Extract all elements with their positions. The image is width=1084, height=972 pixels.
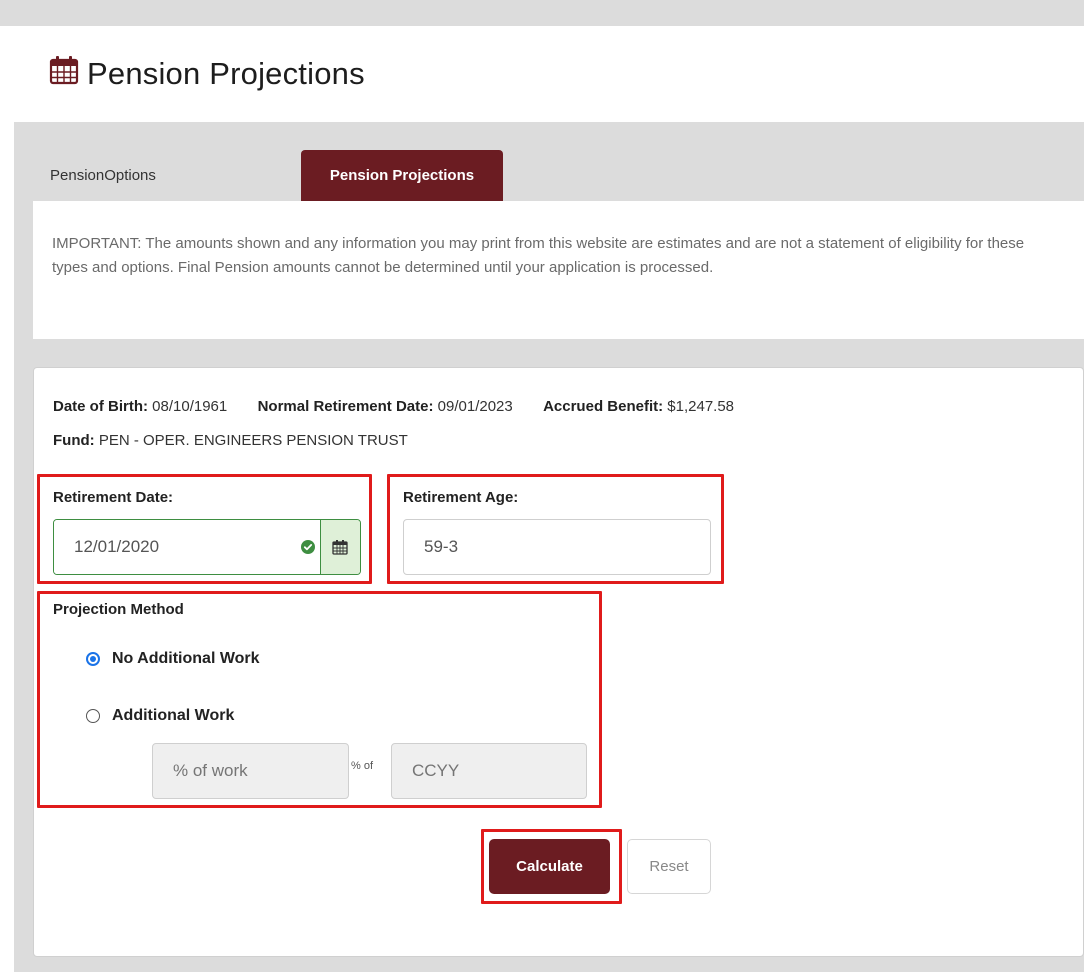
projection-method-label: Projection Method [53, 601, 184, 618]
no-additional-work-radio[interactable] [86, 652, 100, 666]
page-title-text: Pension Projections [87, 56, 365, 91]
fund-value: PEN - OPER. ENGINEERS PENSION TRUST [98, 432, 408, 449]
important-notice: IMPORTANT: The amounts shown and any inf… [52, 235, 1025, 276]
benefit-label: Accrued Benefit: [543, 398, 664, 415]
nrd-label: Normal Retirement Date: [257, 398, 434, 415]
no-additional-work-label: No Additional Work [112, 650, 260, 667]
retirement-date-input[interactable] [54, 520, 297, 574]
percent-of-label: % of [351, 760, 374, 772]
benefit-value: $1,247.58 [667, 398, 735, 415]
work-year-input[interactable] [391, 743, 587, 799]
no-additional-work-option[interactable]: No Additional Work [86, 647, 260, 671]
retirement-date-group [53, 519, 361, 575]
date-picker-button[interactable] [319, 520, 360, 574]
calculate-button[interactable]: Calculate [489, 839, 610, 894]
additional-work-label: Additional Work [112, 707, 235, 724]
member-summary: Date of Birth: 08/10/1961 Normal Retirem… [53, 398, 734, 415]
calendar-icon [49, 55, 87, 93]
dob-value: 08/10/1961 [152, 398, 228, 415]
page-title: Pension Projections [49, 52, 365, 96]
additional-work-option[interactable]: Additional Work [86, 704, 234, 728]
tab-pension-options[interactable]: PensionOptions [33, 150, 223, 201]
top-strip [0, 0, 1084, 26]
nrd-value: 09/01/2023 [437, 398, 513, 415]
fund-line: Fund: PEN - OPER. ENGINEERS PENSION TRUS… [53, 432, 408, 449]
fund-label: Fund: [53, 432, 95, 449]
tab-pension-projections[interactable]: Pension Projections [301, 150, 503, 201]
calendar-icon [332, 540, 349, 555]
retirement-age-input[interactable] [403, 519, 711, 575]
reset-button[interactable]: Reset [627, 839, 711, 894]
dob-label: Date of Birth: [53, 398, 148, 415]
check-circle-icon [297, 520, 320, 574]
additional-work-radio[interactable] [86, 709, 100, 723]
work-percent-input[interactable] [152, 743, 349, 799]
retirement-age-label: Retirement Age: [403, 489, 519, 506]
retirement-date-label: Retirement Date: [53, 489, 174, 506]
